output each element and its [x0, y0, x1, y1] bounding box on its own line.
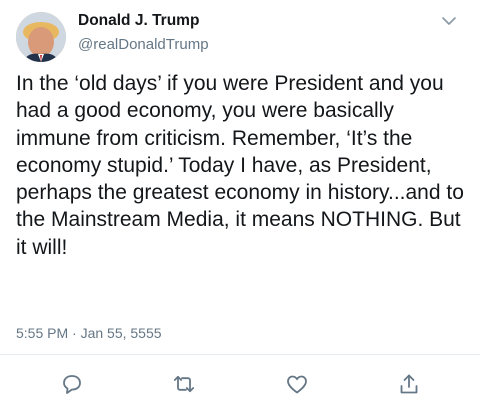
share-icon	[400, 374, 418, 394]
heart-icon	[287, 375, 307, 394]
reply-icon	[63, 375, 81, 394]
tweet-timestamp[interactable]: 5:55 PM · Jan 55, 5555	[16, 325, 162, 341]
like-button[interactable]	[285, 372, 309, 396]
share-button[interactable]	[397, 372, 421, 396]
author-name[interactable]: Donald J. Trump	[78, 12, 199, 30]
avatar-image	[16, 12, 66, 62]
chevron-down-icon[interactable]	[441, 14, 457, 26]
author-handle[interactable]: @realDonaldTrump	[78, 36, 209, 53]
tweet-card: Donald J. Trump @realDonaldTrump In the …	[0, 0, 480, 410]
retweet-icon	[173, 375, 195, 393]
avatar[interactable]	[16, 12, 66, 62]
divider	[0, 354, 480, 355]
reply-button[interactable]	[60, 372, 84, 396]
retweet-button[interactable]	[172, 372, 196, 396]
tweet-text: In the ‘old days’ if you were President …	[16, 72, 464, 259]
